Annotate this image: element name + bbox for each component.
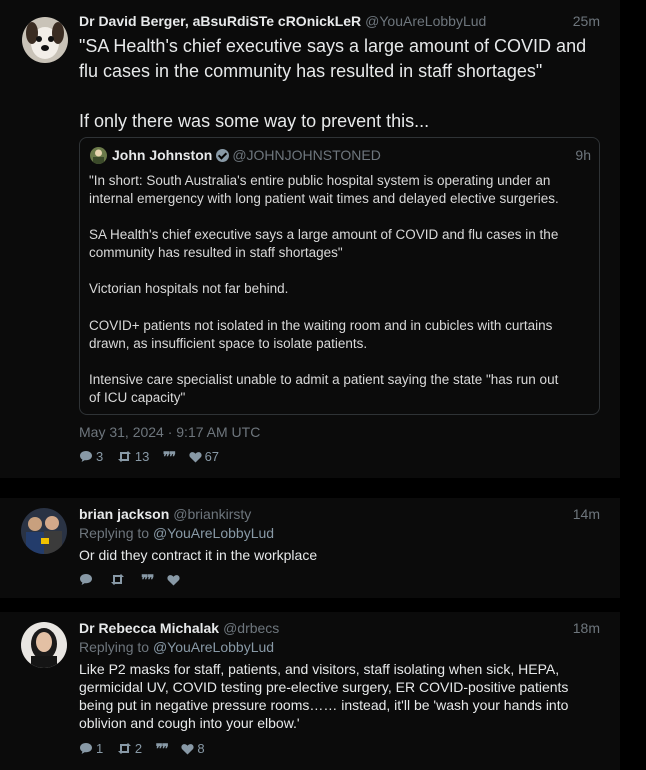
tweet-time[interactable]: 25m — [573, 13, 600, 29]
quote-paragraph: Victorian hospitals not far behind. — [89, 280, 589, 298]
like-button[interactable]: 8 — [181, 741, 205, 756]
author-handle[interactable]: @drbecs — [223, 620, 279, 636]
reply-count: 3 — [96, 449, 104, 464]
quote-button[interactable]: ❞❞ — [162, 449, 176, 465]
author-handle[interactable]: @YouAreLobbyLud — [365, 13, 486, 29]
tweet-text-line: "SA Health's chief executive says a larg… — [79, 36, 587, 56]
quote-paragraph: Intensive care specialist unable to admi… — [89, 371, 589, 407]
tweet-actions: 3 13 ❞❞ 67 — [79, 449, 229, 465]
tweet-header: Dr David Berger, aBsuRdiSTe cROnickLeR @Y… — [79, 13, 600, 33]
avatar-brian[interactable] — [21, 508, 67, 554]
replying-to: Replying to @YouAreLobbyLud — [79, 639, 274, 655]
replying-to-handle[interactable]: @YouAreLobbyLud — [153, 639, 274, 655]
quote-line: Victorian hospitals not far behind. — [89, 281, 289, 296]
tweet-text-line: germicidal UV, COVID testing pre-electiv… — [79, 679, 569, 695]
tweet-text: Like P2 masks for staff, patients, and v… — [79, 660, 599, 732]
main-tweet: Dr David Berger, aBsuRdiSTe cROnickLeR @Y… — [0, 0, 620, 478]
quote-icon: ❞❞ — [155, 741, 169, 756]
reply-tweet: Dr Rebecca Michalak @drbecs 18m Replying … — [0, 612, 620, 770]
retweet-icon — [110, 574, 124, 585]
quote-paragraph: COVID+ patients not isolated in the wait… — [89, 317, 589, 353]
tweet-text-line: If only there was some way to prevent th… — [79, 111, 430, 131]
author-name[interactable]: Dr David Berger, aBsuRdiSTe cROnickLeR — [79, 13, 361, 29]
quote-button[interactable]: ❞❞ — [155, 741, 169, 757]
quote-line: internal emergency with long patient wai… — [89, 191, 559, 206]
reply-header: Dr Rebecca Michalak @drbecs 18m — [79, 620, 600, 640]
heart-icon — [167, 575, 180, 586]
quoted-tweet[interactable]: John Johnston @JOHNJOHNSTONED 9h "In shor… — [79, 137, 600, 415]
reply-icon — [80, 743, 92, 754]
tweet-time[interactable]: 18m — [573, 620, 600, 636]
quote-author-name[interactable]: John Johnston — [112, 147, 212, 163]
reply-button[interactable]: 3 — [79, 449, 103, 464]
retweet-count: 13 — [134, 449, 150, 464]
quote-line: COVID+ patients not isolated in the wait… — [89, 318, 553, 333]
quote-line: Intensive care specialist unable to admi… — [89, 372, 559, 387]
tweet-time[interactable]: 14m — [573, 506, 600, 522]
author-name[interactable]: brian jackson — [79, 506, 169, 522]
quote-paragraph: SA Health's chief executive says a large… — [89, 226, 589, 262]
reply-count: 1 — [96, 741, 104, 756]
quote-icon: ❞❞ — [141, 572, 154, 587]
quote-line: "In short: South Australia's entire publ… — [89, 173, 551, 188]
retweet-button[interactable]: 13 — [117, 449, 149, 464]
tweet-actions: 1 2 ❞❞ 8 — [79, 741, 215, 757]
quote-button[interactable]: ❞❞ — [141, 572, 154, 588]
replying-to: Replying to @YouAreLobbyLud — [79, 525, 274, 541]
retweet-icon — [117, 743, 131, 754]
avatar-dog[interactable] — [22, 17, 68, 63]
tweet-text-line: Like P2 masks for staff, patients, and v… — [79, 661, 560, 677]
verified-badge-icon — [216, 149, 230, 162]
reply-header: brian jackson @briankirsty 14m — [79, 506, 600, 526]
quote-avatar[interactable] — [90, 147, 107, 164]
reply-icon — [80, 574, 92, 585]
tweet-text-line: being put in negative pressure rooms…… i… — [79, 697, 569, 713]
tweet-date[interactable]: May 31, 2024 · 9:17 AM UTC — [79, 424, 260, 440]
quote-line: SA Health's chief executive says a large… — [89, 227, 559, 242]
reply-button[interactable]: 1 — [79, 741, 103, 756]
author-handle[interactable]: @briankirsty — [173, 506, 251, 522]
reply-button[interactable] — [79, 572, 96, 587]
author-name[interactable]: Dr Rebecca Michalak — [79, 620, 219, 636]
avatar-rebecca[interactable] — [21, 622, 67, 668]
quote-author-handle[interactable]: @JOHNJOHNSTONED — [232, 147, 381, 163]
quote-header: John Johnston @JOHNJOHNSTONED 9h — [90, 147, 591, 164]
tweet-text: "SA Health's chief executive says a larg… — [79, 34, 609, 134]
replying-to-handle[interactable]: @YouAreLobbyLud — [153, 525, 274, 541]
reply-icon — [80, 451, 92, 462]
reply-tweet: brian jackson @briankirsty 14m Replying t… — [0, 498, 620, 598]
like-count: 67 — [204, 449, 220, 464]
tweet-text-line: oblivion and cough into your elbow.' — [79, 715, 300, 731]
tweet-text-line: flu cases in the community has resulted … — [79, 61, 543, 81]
like-button[interactable] — [167, 572, 183, 587]
quote-paragraph: "In short: South Australia's entire publ… — [89, 172, 589, 208]
heart-icon — [189, 452, 202, 463]
quote-line: of ICU capacity" — [89, 390, 186, 405]
like-button[interactable]: 67 — [189, 449, 219, 464]
like-count: 8 — [197, 741, 205, 756]
retweet-button[interactable]: 2 — [117, 741, 142, 756]
replying-prefix: Replying to — [79, 639, 153, 655]
quote-time[interactable]: 9h — [575, 147, 591, 163]
quote-line: drawn, as insufficient space to isolate … — [89, 336, 368, 351]
quote-icon: ❞❞ — [162, 449, 176, 464]
tweet-actions: ❞❞ — [79, 572, 193, 588]
tweet-text: Or did they contract it in the workplace — [79, 547, 318, 563]
heart-icon — [181, 744, 194, 755]
quote-line: community has resulted in staff shortage… — [89, 245, 343, 260]
retweet-count: 2 — [134, 741, 143, 756]
retweet-button[interactable] — [110, 572, 128, 587]
replying-prefix: Replying to — [79, 525, 153, 541]
retweet-icon — [117, 451, 131, 462]
